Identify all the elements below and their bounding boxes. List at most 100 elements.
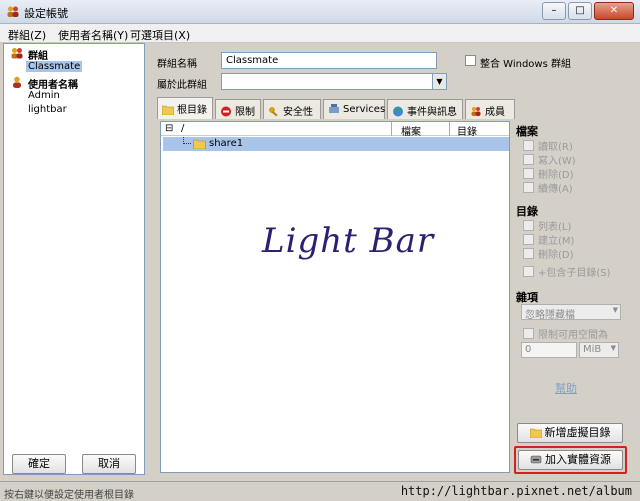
tree-connector bbox=[183, 137, 191, 144]
permissions-panel: 檔案 讀取(R) 寫入(W) 刪除(D) 續傳(A) 目錄 列表(L) 建立(M… bbox=[513, 121, 637, 475]
column-path[interactable]: / bbox=[181, 123, 184, 134]
ok-button[interactable]: 確定 bbox=[12, 454, 66, 474]
checkbox[interactable] bbox=[523, 140, 534, 151]
hidden-files-select[interactable]: 忽略隱藏檔 ▼ bbox=[521, 304, 621, 321]
chevron-down-icon[interactable]: ▼ bbox=[432, 74, 446, 89]
perm-include-subdirs[interactable]: +包含子目錄(S) bbox=[523, 264, 611, 279]
watermark-url: http://lightbar.pixnet.net/album bbox=[400, 484, 632, 498]
group-name-label: 群組名稱 bbox=[157, 59, 197, 70]
tree-item-lightbar[interactable]: lightbar bbox=[28, 104, 67, 118]
perm-delete-dir[interactable]: 刪除(D) bbox=[523, 246, 574, 261]
column-files[interactable]: 檔案 bbox=[401, 123, 421, 138]
checkbox[interactable] bbox=[523, 182, 534, 193]
limit-space-label: 限制可用空間為 bbox=[538, 330, 608, 341]
space-unit-select[interactable]: MiB ▼ bbox=[579, 342, 619, 358]
tree-node-groups[interactable]: 群組 bbox=[10, 47, 140, 62]
column-dirs[interactable]: 目錄 bbox=[457, 123, 477, 138]
tree-item-admin[interactable]: Admin bbox=[28, 90, 60, 104]
misc-section-title: 雜項 bbox=[516, 291, 538, 304]
perm-label: +包含子目錄(S) bbox=[538, 268, 611, 279]
perm-read[interactable]: 讀取(R) bbox=[523, 138, 573, 153]
add-physical-resource-button[interactable]: 加入實體資源 bbox=[518, 450, 623, 470]
title-bar: 設定帳號 – □ ✕ bbox=[0, 0, 640, 24]
tree-item-label: lightbar bbox=[28, 104, 67, 115]
listview-header: ⊟ / 檔案 目錄 bbox=[161, 122, 509, 138]
collapse-icon[interactable]: ⊟ bbox=[165, 123, 173, 134]
checkbox[interactable] bbox=[523, 154, 534, 165]
tab-label: 根目錄 bbox=[177, 105, 207, 116]
checkbox[interactable] bbox=[523, 328, 534, 339]
tab-root-dir[interactable]: 根目錄 bbox=[157, 97, 213, 119]
services-icon bbox=[329, 104, 339, 113]
tree-item-classmate[interactable]: Classmate bbox=[26, 61, 140, 75]
tab-label: 安全性 bbox=[283, 107, 313, 118]
cancel-button[interactable]: 取消 bbox=[82, 454, 136, 474]
tree-node-users[interactable]: 使用者名稱 bbox=[10, 76, 140, 91]
column-divider bbox=[391, 122, 392, 136]
tree-groups-label: 群組 bbox=[28, 51, 48, 62]
dirs-section-title: 目錄 bbox=[516, 205, 538, 218]
help-link[interactable]: 幫助 bbox=[555, 380, 577, 396]
belongs-select[interactable]: ▼ bbox=[221, 73, 447, 90]
limit-space-option[interactable]: 限制可用空間為 bbox=[523, 326, 608, 341]
tab-security[interactable]: 安全性 bbox=[263, 99, 321, 119]
perm-list[interactable]: 列表(L) bbox=[523, 218, 571, 233]
add-physical-resource-label: 加入實體資源 bbox=[545, 453, 611, 466]
tree-users-label: 使用者名稱 bbox=[28, 80, 78, 91]
checkbox[interactable] bbox=[523, 168, 534, 179]
tab-members[interactable]: 成員 bbox=[465, 99, 515, 119]
tab-label: 成員 bbox=[485, 107, 505, 118]
tab-events[interactable]: 事件與訊息 bbox=[387, 99, 463, 119]
perm-label: 刪除(D) bbox=[538, 250, 574, 261]
minimize-button[interactable]: – bbox=[542, 2, 566, 20]
chevron-down-icon: ▼ bbox=[612, 306, 618, 314]
space-value-input[interactable]: 0 bbox=[521, 342, 577, 358]
add-virtual-dir-label: 新增虛擬目錄 bbox=[544, 426, 611, 439]
tab-limits[interactable]: 限制 bbox=[215, 99, 261, 119]
windows-group-checkbox[interactable] bbox=[465, 55, 476, 66]
tab-label: 限制 bbox=[235, 107, 255, 118]
tab-services[interactable]: Services bbox=[323, 99, 385, 119]
checkbox[interactable] bbox=[523, 248, 534, 259]
no-entry-icon bbox=[221, 106, 231, 117]
perm-resume[interactable]: 續傳(A) bbox=[523, 180, 573, 195]
window-title: 設定帳號 bbox=[24, 7, 68, 20]
menu-options[interactable]: 可選項目(X) bbox=[130, 27, 190, 43]
tab-label: Services bbox=[343, 104, 386, 115]
windows-group-label: 整合 Windows 群組 bbox=[480, 59, 571, 70]
add-virtual-dir-button[interactable]: 新增虛擬目錄 bbox=[517, 423, 623, 443]
group-icon bbox=[471, 107, 481, 116]
hidden-files-value: 忽略隱藏檔 bbox=[525, 310, 575, 321]
close-button[interactable]: ✕ bbox=[594, 2, 634, 20]
group-icon bbox=[11, 48, 23, 59]
list-item[interactable]: share1 bbox=[163, 137, 509, 151]
folder-icon bbox=[162, 105, 174, 115]
directory-listview[interactable]: ⊟ / 檔案 目錄 share1 bbox=[160, 121, 510, 473]
key-icon bbox=[269, 107, 278, 117]
perm-label: 續傳(A) bbox=[538, 184, 573, 195]
files-section-title: 檔案 bbox=[516, 125, 538, 138]
tree-item-label: Admin bbox=[28, 90, 60, 101]
perm-write[interactable]: 寫入(W) bbox=[523, 152, 576, 167]
folder-icon bbox=[193, 139, 206, 149]
status-bar: 按右鍵以便設定使用者根目錄 http://lightbar.pixnet.net… bbox=[0, 481, 640, 501]
list-item-name: share1 bbox=[209, 138, 244, 149]
menu-users[interactable]: 使用者名稱(Y) bbox=[58, 27, 128, 43]
checkbox[interactable] bbox=[523, 234, 534, 245]
checkbox[interactable] bbox=[523, 220, 534, 231]
globe-icon bbox=[393, 106, 403, 117]
perm-create[interactable]: 建立(M) bbox=[523, 232, 574, 247]
folder-icon bbox=[529, 428, 542, 439]
account-tree: 群組 Classmate 使用者名稱 Admin lightbar 確定 取消 bbox=[3, 43, 145, 475]
drive-icon bbox=[530, 455, 542, 464]
user-icon bbox=[13, 76, 21, 88]
perm-delete-file[interactable]: 刪除(D) bbox=[523, 166, 574, 181]
checkbox[interactable] bbox=[523, 266, 534, 277]
chevron-down-icon: ▼ bbox=[610, 344, 616, 352]
tab-label: 事件與訊息 bbox=[407, 107, 457, 118]
users-app-icon bbox=[7, 6, 19, 17]
menu-groups[interactable]: 群組(Z) bbox=[8, 27, 46, 43]
belongs-label: 屬於此群組 bbox=[157, 80, 207, 91]
maximize-button[interactable]: □ bbox=[568, 2, 592, 20]
group-name-input[interactable]: Classmate bbox=[221, 52, 437, 69]
